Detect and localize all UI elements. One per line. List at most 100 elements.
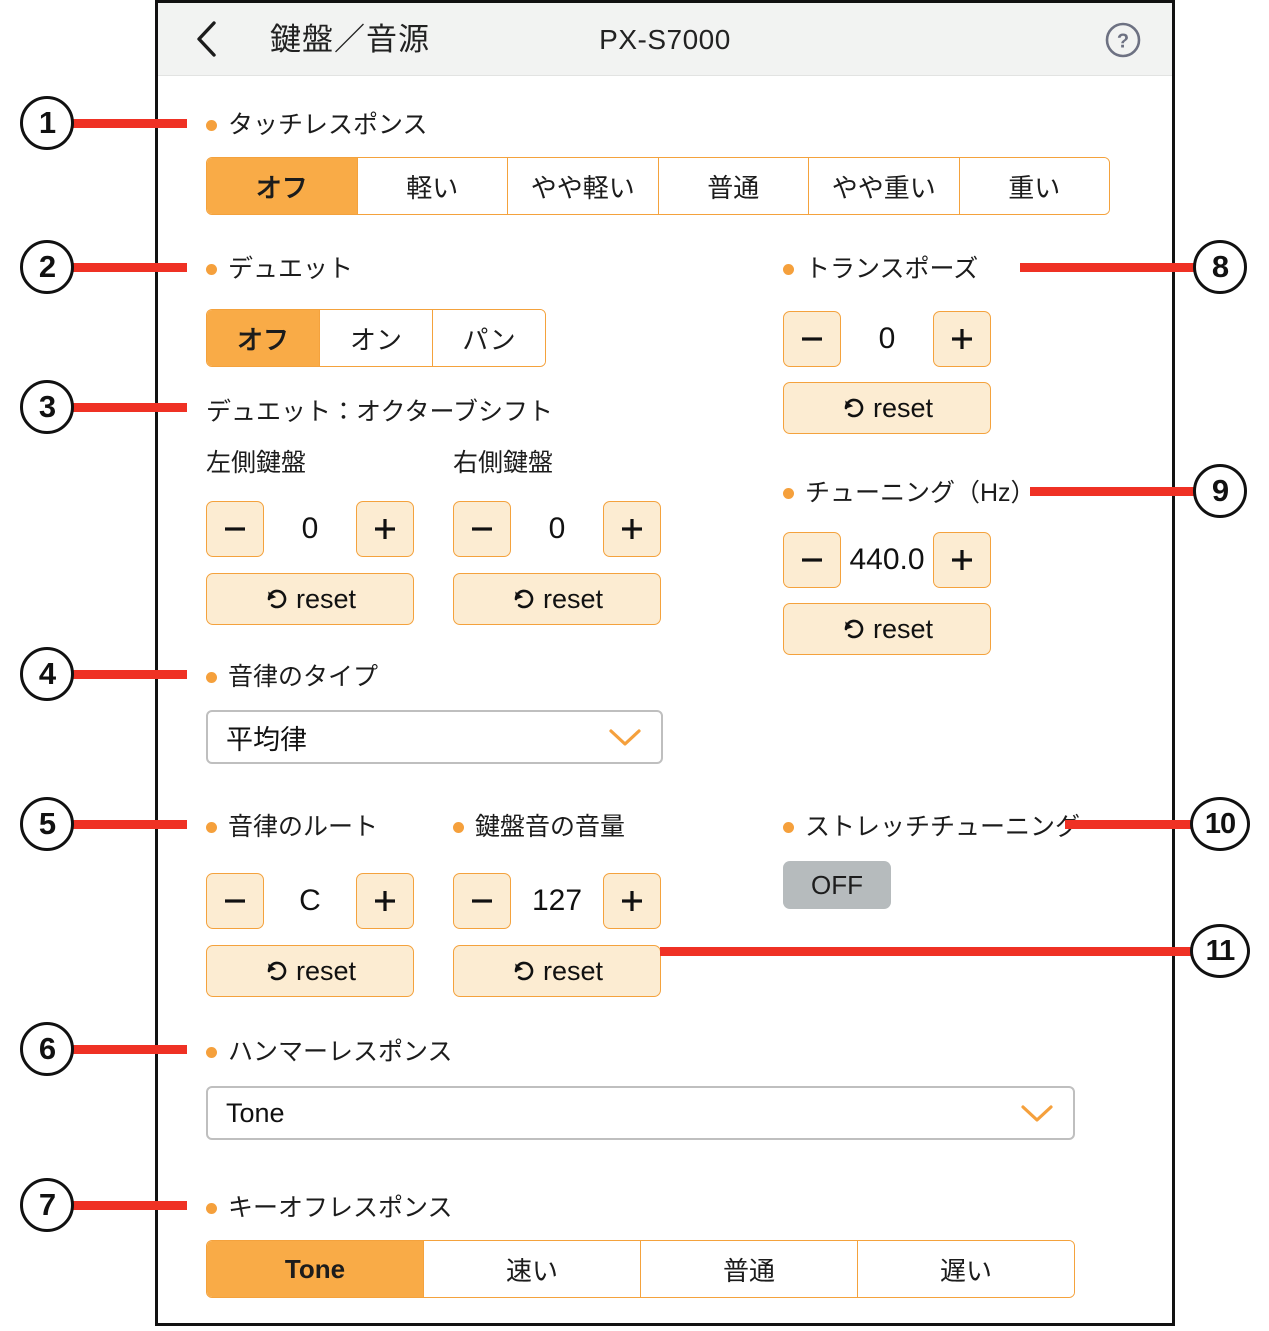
stepper-duet-right: 0 [453, 501, 661, 557]
value-duet-left: 0 [301, 512, 319, 545]
segment-key-off-response-3[interactable]: 遅い [858, 1241, 1074, 1297]
segment-touch-response-2[interactable]: やや軽い [508, 158, 659, 214]
stepper-transpose: 0 [783, 311, 991, 367]
label-transpose: トランスポーズ [783, 252, 978, 286]
segmented-touch-response: オフ 軽い やや軽い 普通 やや重い 重い [206, 157, 1110, 215]
segment-touch-response-3[interactable]: 普通 [658, 158, 809, 214]
reset-button-transpose[interactable]: reset [783, 382, 991, 434]
label-hammer-response: ハンマーレスポンス [206, 1035, 453, 1069]
label-text: タッチレスポンス [228, 111, 428, 139]
callout-marker-3: 3 [20, 380, 74, 434]
stepper-tuning: 440.0 [783, 532, 991, 588]
callout-marker-4: 4 [20, 647, 74, 701]
minus-button-transpose[interactable] [783, 311, 841, 367]
label-tuning: チューニング（Hz） [783, 476, 1036, 510]
callout-leader-1 [72, 119, 187, 128]
reset-button-temperament-root[interactable]: reset [206, 945, 414, 997]
minus-button-keyboard-volume[interactable] [453, 873, 511, 929]
value-duet-right: 0 [548, 512, 566, 545]
stepper-temperament-root: C [206, 873, 414, 929]
segment-touch-response-0[interactable]: オフ [207, 158, 358, 214]
dropdown-hammer-response[interactable]: Tone [206, 1086, 1075, 1140]
value-temperament-root: C [299, 884, 321, 917]
callout-leader-8 [1020, 263, 1200, 272]
label-duet: デュエット [206, 252, 353, 286]
label-touch-response: タッチレスポンス [206, 108, 428, 142]
callout-leader-5 [72, 820, 187, 829]
label-text: 鍵盤音の音量 [475, 813, 626, 841]
dropdown-temperament-type[interactable]: 平均律 [206, 710, 663, 764]
segmented-key-off-response: Tone 速い 普通 遅い [206, 1240, 1075, 1298]
label-text: トランスポーズ [805, 255, 979, 283]
callout-marker-8: 8 [1193, 240, 1247, 294]
bullet-icon [206, 821, 217, 833]
callout-number: 8 [1211, 249, 1229, 284]
segmented-duet: オフ オン パン [206, 309, 546, 367]
reset-label: reset [872, 613, 934, 644]
callout-marker-7: 7 [20, 1178, 74, 1232]
plus-button-tuning[interactable] [933, 532, 991, 588]
reset-label: reset [295, 583, 357, 614]
callout-leader-7 [72, 1201, 187, 1210]
segment-key-off-response-0[interactable]: Tone [207, 1241, 424, 1297]
bullet-icon [453, 821, 464, 833]
plus-button-temperament-root[interactable] [356, 873, 414, 929]
segment-key-off-response-2[interactable]: 普通 [641, 1241, 858, 1297]
dropdown-value: 平均律 [226, 724, 307, 755]
callout-leader-10 [1065, 820, 1200, 829]
label-temperament-root: 音律のルート [206, 810, 378, 844]
callout-marker-6: 6 [20, 1022, 74, 1076]
bullet-icon [783, 263, 794, 275]
callout-leader-6 [72, 1045, 187, 1054]
segment-touch-response-4[interactable]: やや重い [809, 158, 960, 214]
reset-button-duet-left[interactable]: reset [206, 573, 414, 625]
callout-number: 1 [38, 105, 56, 140]
value-tuning: 440.0 [849, 543, 925, 576]
label-text: 音律のタイプ [228, 663, 379, 691]
label-duet-left-keyboard: 左側鍵盤 [206, 449, 307, 477]
screenshot-root: 1 2 3 4 5 6 7 8 9 10 11 鍵盤／音源 PX-S7000 ? [0, 0, 1269, 1331]
callout-marker-11: 11 [1190, 924, 1250, 978]
chevron-down-icon [609, 729, 641, 746]
minus-button-temperament-root[interactable] [206, 873, 264, 929]
reset-label: reset [872, 392, 934, 423]
minus-button-tuning[interactable] [783, 532, 841, 588]
plus-button-keyboard-volume[interactable] [603, 873, 661, 929]
segment-touch-response-5[interactable]: 重い [959, 158, 1109, 214]
svg-text:?: ? [1117, 31, 1129, 53]
segment-touch-response-1[interactable]: 軽い [357, 158, 508, 214]
help-circle-icon[interactable]: ? [1104, 21, 1142, 59]
bullet-icon [206, 263, 217, 275]
segment-duet-2[interactable]: パン [433, 310, 545, 366]
label-text: ストレッチチューニング [805, 813, 1081, 841]
label-text: 音律のルート [228, 813, 379, 841]
plus-button-duet-right[interactable] [603, 501, 661, 557]
device-model-label: PX-S7000 [599, 24, 731, 55]
reset-button-keyboard-volume[interactable]: reset [453, 945, 661, 997]
label-text: チューニング（Hz） [805, 479, 1036, 507]
label-text: キーオフレスポンス [228, 1194, 453, 1222]
value-transpose: 0 [878, 322, 896, 355]
bullet-icon [783, 821, 794, 833]
callout-marker-2: 2 [20, 240, 74, 294]
bullet-icon [206, 119, 217, 131]
minus-button-duet-right[interactable] [453, 501, 511, 557]
value-keyboard-volume: 127 [531, 884, 583, 917]
plus-button-duet-left[interactable] [356, 501, 414, 557]
segment-key-off-response-1[interactable]: 速い [424, 1241, 641, 1297]
reset-button-duet-right[interactable]: reset [453, 573, 661, 625]
label-temperament-type: 音律のタイプ [206, 660, 378, 694]
segment-duet-1[interactable]: オン [320, 310, 433, 366]
callout-number: 7 [38, 1187, 56, 1222]
minus-button-duet-left[interactable] [206, 501, 264, 557]
toggle-stretch-tuning[interactable]: OFF [783, 861, 891, 909]
callout-marker-10: 10 [1190, 797, 1250, 851]
callout-leader-4 [72, 670, 187, 679]
callout-leader-9 [1030, 487, 1200, 496]
reset-button-tuning[interactable]: reset [783, 603, 991, 655]
bullet-icon [783, 487, 794, 499]
segment-duet-0[interactable]: オフ [207, 310, 320, 366]
plus-button-transpose[interactable] [933, 311, 991, 367]
callout-number: 11 [1205, 934, 1236, 967]
callout-number: 9 [1211, 473, 1229, 508]
